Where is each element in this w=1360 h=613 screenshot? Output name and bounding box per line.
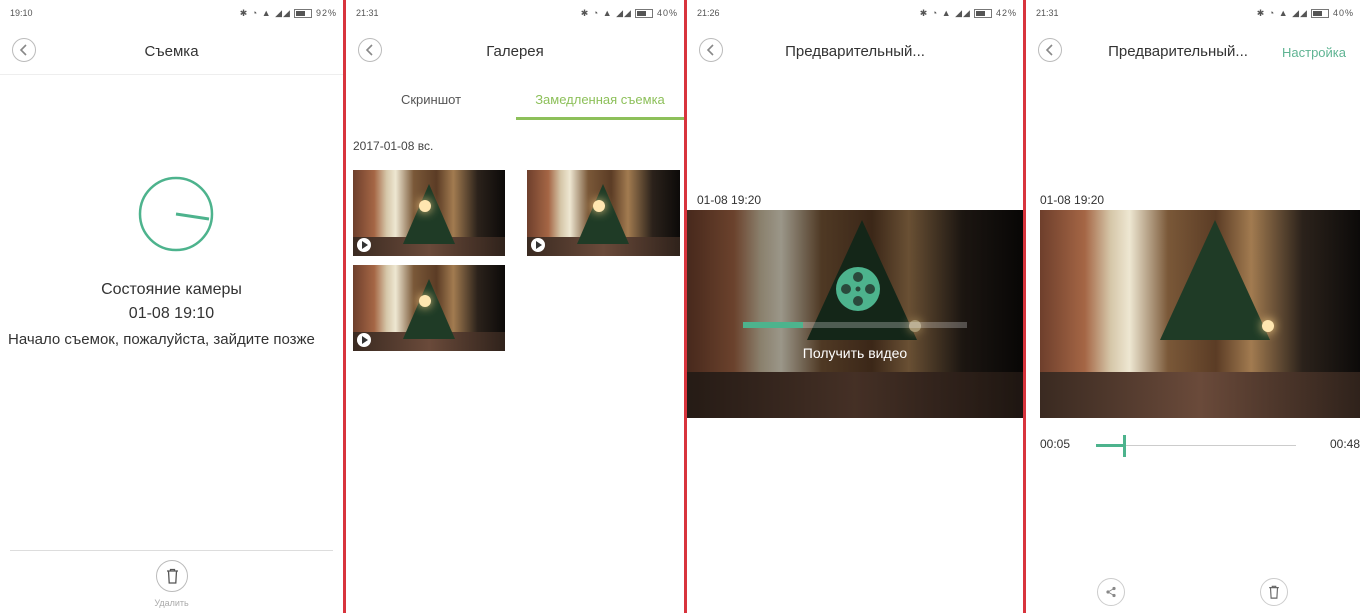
share-button[interactable]: [1097, 578, 1125, 606]
current-time: 00:05: [1040, 437, 1071, 451]
camera-status-title: Состояние камеры: [101, 281, 242, 298]
header: Съемка: [0, 34, 343, 75]
battery-icon: [974, 9, 993, 19]
status-bar: 21:31 ✱ ◔ ▲ ◢◢ 40%: [1026, 0, 1360, 28]
video-preview[interactable]: Получить видео: [687, 210, 1023, 418]
status-icons: ✱ ◔ ▲ ◢◢ 42%: [919, 8, 1017, 19]
panel-timelapse-shoot: 19:10 ✱ ◔ ▲ ◢◢ 92% Съемка Состояние каме…: [0, 0, 343, 613]
panel-preview-loading: 21:26 ✱ ◔ ▲ ◢◢ 42% Предварительный... 01…: [687, 0, 1023, 613]
status-time: 21:26: [697, 8, 720, 18]
battery-percent: 40%: [656, 8, 678, 18]
panel-preview-player: 21:31 ✱ ◔ ▲ ◢◢ 40% Предварительный... На…: [1026, 0, 1360, 613]
settings-button[interactable]: Настройка: [1282, 45, 1346, 60]
camera-status-message: Начало съемок, пожалуйста, зайдите позже: [8, 331, 315, 348]
page-title: Съемка: [144, 43, 199, 60]
status-time: 21:31: [356, 8, 379, 18]
film-reel-icon: [836, 267, 880, 311]
delete-label: Удалить: [154, 598, 189, 608]
seek-bar[interactable]: [1096, 435, 1296, 457]
header: Галерея: [346, 34, 684, 74]
page-title: Предварительный...: [785, 43, 925, 60]
total-time: 00:48: [1329, 437, 1360, 451]
battery-percent: 42%: [995, 8, 1017, 18]
thumbnail[interactable]: [353, 170, 505, 256]
seek-track: [1096, 445, 1296, 446]
status-icons: ✱ ◔ ▲ ◢◢ 40%: [580, 8, 678, 19]
status-icons: ✱ ◔ ▲ ◢◢ 92%: [239, 8, 337, 19]
play-icon[interactable]: [357, 238, 371, 252]
header: Предварительный... Настройка: [1026, 34, 1360, 74]
tree-shape: [577, 184, 629, 244]
video-overlay: [687, 210, 1023, 418]
panel-gallery: 21:31 ✱ ◔ ▲ ◢◢ 40% Галерея Скриншот Заме…: [346, 0, 684, 613]
status-icons: ✱ ◔ ▲ ◢◢ 40%: [1256, 8, 1354, 19]
seek-fill: [1096, 444, 1124, 447]
battery-icon: [635, 9, 654, 19]
clock-icon: [138, 176, 214, 252]
loading-label: Получить видео: [802, 345, 908, 361]
video-preview[interactable]: [1040, 210, 1360, 418]
seek-thumb[interactable]: [1123, 435, 1126, 457]
battery-percent: 92%: [315, 8, 337, 18]
tab-screenshot[interactable]: Скриншот: [356, 86, 506, 120]
delete-button[interactable]: [1260, 578, 1288, 606]
tab-screenshot-label: Скриншот: [400, 92, 462, 107]
trash-icon: [1269, 585, 1279, 599]
trash-icon: [167, 568, 178, 584]
battery-percent: 40%: [1332, 8, 1354, 18]
tree-shape: [403, 184, 455, 244]
header: Предварительный...: [687, 34, 1023, 74]
date-group-label: 2017-01-08 вс.: [353, 139, 434, 153]
loading-progress-fill: [743, 322, 804, 328]
tree-shape: [1160, 220, 1270, 340]
status-bar: 19:10 ✱ ◔ ▲ ◢◢ 92%: [0, 0, 343, 28]
status-bar: 21:31 ✱ ◔ ▲ ◢◢ 40%: [346, 0, 684, 28]
video-timestamp: 01-08 19:20: [1040, 193, 1105, 207]
status-time: 19:10: [10, 8, 33, 18]
page-title: Предварительный...: [1108, 43, 1248, 60]
play-icon[interactable]: [531, 238, 545, 252]
footer-divider: [10, 550, 333, 551]
thumbnail[interactable]: [527, 170, 680, 256]
play-icon[interactable]: [357, 333, 371, 347]
video-timestamp: 01-08 19:20: [697, 193, 762, 207]
battery-icon: [1311, 9, 1330, 19]
share-icon: [1106, 586, 1116, 598]
status-bar: 21:26 ✱ ◔ ▲ ◢◢ 42%: [687, 0, 1023, 28]
thumbnail[interactable]: [353, 265, 505, 351]
tab-timelapse-label: Замедленная съемка: [535, 92, 665, 107]
page-title: Галерея: [486, 43, 544, 60]
loading-progress-track: [743, 322, 967, 328]
status-time: 21:31: [1036, 8, 1059, 18]
battery-icon: [294, 9, 313, 19]
tree-shape: [403, 279, 455, 339]
camera-status-datetime: 01-08 19:10: [128, 305, 215, 322]
delete-button[interactable]: [156, 560, 188, 592]
tab-timelapse[interactable]: Замедленная съемка: [516, 86, 684, 120]
